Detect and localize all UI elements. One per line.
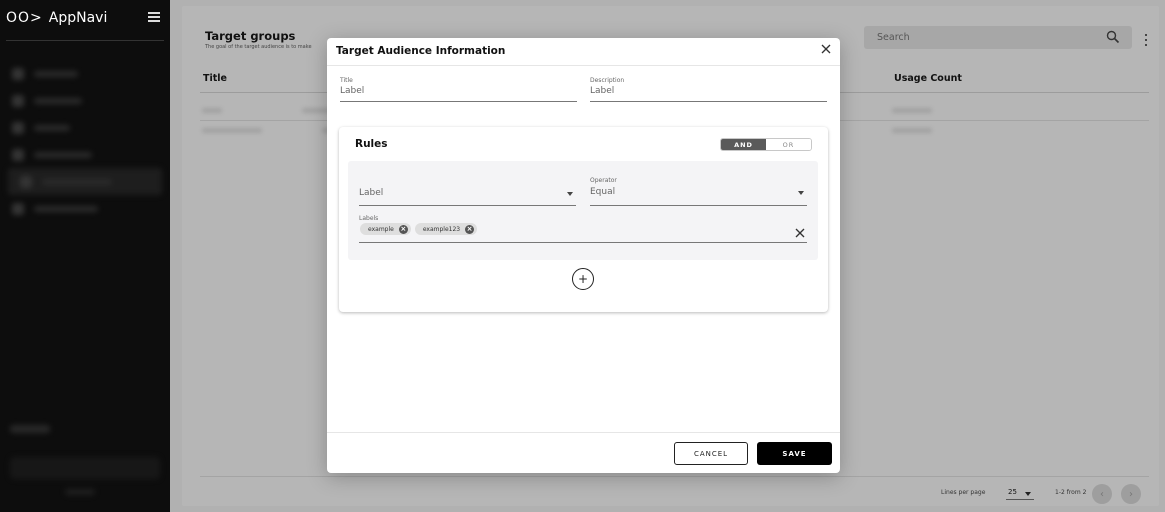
description-field-value: Label bbox=[590, 86, 615, 96]
save-button[interactable]: SAVE bbox=[757, 442, 832, 465]
description-field-label: Description bbox=[590, 77, 625, 84]
operator-value: Equal bbox=[590, 187, 616, 197]
attribute-select[interactable]: Label bbox=[359, 174, 576, 206]
sidebar-footer-blurred bbox=[10, 425, 160, 495]
column-header-usage-count[interactable]: Usage Count bbox=[894, 73, 962, 84]
sidebar-item bbox=[0, 195, 170, 222]
label-chip-text: example bbox=[368, 225, 394, 233]
page-subtitle: The goal of the target audience is to ma… bbox=[205, 44, 312, 50]
sidebar-item-active bbox=[8, 168, 162, 195]
search-input[interactable]: Search bbox=[864, 26, 1132, 49]
lines-per-page-underline bbox=[1006, 499, 1034, 500]
label-chip[interactable]: example × bbox=[360, 223, 411, 235]
labels-field[interactable]: Labels example × example123 × bbox=[359, 215, 807, 243]
title-field-value: Label bbox=[340, 86, 365, 96]
search-icon[interactable] bbox=[1106, 30, 1120, 44]
operator-label: Operator bbox=[590, 177, 617, 184]
menu-icon[interactable] bbox=[148, 12, 160, 22]
sidebar-item bbox=[0, 114, 170, 141]
title-field-label: Title bbox=[340, 77, 353, 84]
sidebar-item bbox=[0, 60, 170, 87]
dialog-header-divider bbox=[327, 65, 840, 66]
column-header-title[interactable]: Title bbox=[203, 73, 227, 84]
dialog-footer-divider bbox=[327, 432, 840, 433]
and-or-toggle[interactable]: AND OR bbox=[720, 138, 812, 151]
plus-icon: + bbox=[577, 272, 589, 286]
next-page-button[interactable]: › bbox=[1121, 484, 1141, 504]
page-title: Target groups bbox=[205, 29, 296, 43]
labels-chip-list: example × example123 × bbox=[360, 223, 481, 235]
chevron-left-icon: ‹ bbox=[1100, 488, 1104, 500]
close-icon[interactable] bbox=[820, 43, 832, 55]
clear-rule-icon[interactable] bbox=[795, 223, 805, 242]
chevron-down-icon[interactable] bbox=[1025, 492, 1031, 496]
add-rule-button[interactable]: + bbox=[572, 268, 594, 290]
table-footer-divider bbox=[200, 476, 1149, 477]
rules-card: Rules AND OR Label Operator Equal Labels bbox=[339, 127, 828, 312]
toggle-or[interactable]: OR bbox=[766, 139, 811, 150]
rules-heading: Rules bbox=[355, 138, 388, 150]
lines-per-page-label: Lines per page bbox=[941, 489, 986, 496]
toggle-and[interactable]: AND bbox=[721, 139, 766, 150]
sidebar-nav-blurred bbox=[0, 60, 170, 222]
label-chip[interactable]: example123 × bbox=[414, 223, 478, 235]
dialog-title: Target Audience Information bbox=[336, 45, 506, 57]
attribute-select-value: Label bbox=[359, 188, 384, 198]
cancel-button[interactable]: CANCEL bbox=[674, 442, 748, 465]
remove-chip-icon[interactable]: × bbox=[398, 224, 408, 234]
appnavi-logo-icon: OO> bbox=[6, 10, 43, 26]
label-chip-text: example123 bbox=[422, 225, 461, 233]
description-field[interactable]: Description Label bbox=[590, 77, 827, 102]
sidebar-item bbox=[0, 141, 170, 168]
rule-item: Label Operator Equal Labels example × ex… bbox=[348, 161, 818, 260]
operator-select[interactable]: Operator Equal bbox=[590, 177, 807, 206]
pagination-range: 1-2 from 2 bbox=[1055, 489, 1087, 496]
title-field[interactable]: Title Label bbox=[340, 77, 577, 102]
target-audience-dialog: Target Audience Information Title Label … bbox=[327, 38, 840, 473]
more-options-icon[interactable] bbox=[1144, 34, 1148, 46]
chevron-right-icon: › bbox=[1129, 488, 1133, 500]
search-placeholder: Search bbox=[877, 32, 910, 43]
brand: OO> AppNavi bbox=[6, 8, 107, 28]
sidebar-item bbox=[0, 87, 170, 114]
lines-per-page-select[interactable]: 25 bbox=[1008, 488, 1017, 496]
sidebar-divider bbox=[6, 40, 164, 41]
labels-field-label: Labels bbox=[359, 215, 379, 222]
remove-chip-icon[interactable]: × bbox=[465, 224, 475, 234]
app-name: AppNavi bbox=[48, 10, 108, 26]
chevron-down-icon[interactable] bbox=[798, 191, 804, 195]
chevron-down-icon[interactable] bbox=[567, 192, 573, 196]
previous-page-button[interactable]: ‹ bbox=[1092, 484, 1112, 504]
sidebar: OO> AppNavi bbox=[0, 0, 170, 512]
